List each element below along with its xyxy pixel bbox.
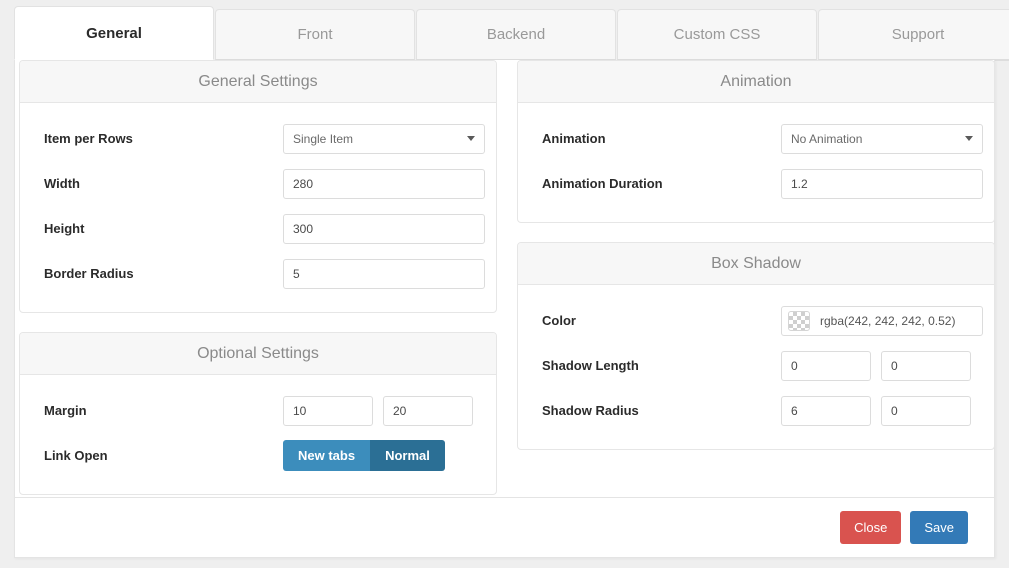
input-shadow-length-1[interactable]: 0	[781, 350, 871, 381]
label-color: Color	[542, 313, 576, 328]
tab-general[interactable]: General	[14, 6, 214, 60]
panel-general-settings-title: General Settings	[20, 61, 496, 103]
tab-custom-css-label: Custom CSS	[673, 26, 761, 43]
label-animation: Animation	[542, 131, 606, 146]
field-row-animation-duration: Animation Duration 1.2	[529, 161, 983, 206]
label-link-open: Link Open	[44, 448, 108, 463]
control-height: 300	[283, 213, 485, 244]
chevron-down-icon	[965, 136, 973, 141]
right-column: Animation Animation No Animation Animati…	[517, 60, 995, 469]
select-item-per-rows-value: Single Item	[293, 131, 354, 146]
field-row-border-radius: Border Radius 5	[31, 251, 485, 296]
control-shadow-radius: 6 0	[781, 395, 983, 426]
label-border-radius: Border Radius	[44, 266, 134, 281]
tab-content-panel: General Settings Item per Rows Single It…	[14, 60, 995, 558]
control-border-radius: 5	[283, 258, 485, 289]
panel-animation-title: Animation	[518, 61, 994, 103]
label-shadow-length: Shadow Length	[542, 358, 639, 373]
input-margin-1[interactable]: 10	[283, 395, 373, 426]
control-margin: 10 20	[283, 395, 485, 426]
tab-support[interactable]: Support	[818, 9, 1009, 60]
field-row-height: Height 300	[31, 206, 485, 251]
control-item-per-rows: Single Item	[283, 123, 485, 154]
control-color: rgba(242, 242, 242, 0.52)	[781, 305, 983, 336]
panel-optional-settings: Optional Settings Margin 10 20 Link Open	[19, 332, 497, 495]
tab-bar: General Front Backend Custom CSS Support	[14, 6, 1009, 61]
control-animation-duration: 1.2	[781, 168, 983, 199]
label-height: Height	[44, 221, 85, 236]
tab-front-label: Front	[297, 26, 333, 43]
tab-support-label: Support	[891, 26, 945, 43]
field-row-shadow-radius: Shadow Radius 6 0	[529, 388, 983, 433]
tab-custom-css[interactable]: Custom CSS	[617, 9, 817, 60]
input-animation-duration[interactable]: 1.2	[781, 168, 983, 199]
input-margin-2[interactable]: 20	[383, 395, 473, 426]
input-width[interactable]: 280	[283, 168, 485, 199]
field-row-shadow-length: Shadow Length 0 0	[529, 343, 983, 388]
tab-backend[interactable]: Backend	[416, 9, 616, 60]
input-shadow-color[interactable]: rgba(242, 242, 242, 0.52)	[781, 305, 983, 336]
label-shadow-radius: Shadow Radius	[542, 403, 639, 418]
dialog-footer: Close Save	[15, 497, 994, 557]
panel-general-settings-body: Item per Rows Single Item Width 280 Heig…	[20, 103, 496, 312]
field-row-width: Width 280	[31, 161, 485, 206]
label-animation-duration: Animation Duration	[542, 176, 663, 191]
save-button[interactable]: Save	[910, 511, 968, 544]
input-border-radius[interactable]: 5	[283, 258, 485, 289]
settings-columns: General Settings Item per Rows Single It…	[15, 60, 995, 498]
color-swatch-icon[interactable]	[788, 310, 810, 331]
panel-box-shadow-body: Color rgba(242, 242, 242, 0.52) Shadow L…	[518, 285, 994, 449]
control-shadow-length: 0 0	[781, 350, 983, 381]
control-animation: No Animation	[781, 123, 983, 154]
select-item-per-rows[interactable]: Single Item	[283, 123, 485, 154]
panel-general-settings: General Settings Item per Rows Single It…	[19, 60, 497, 313]
control-link-open: New tabs Normal	[283, 440, 485, 471]
field-row-link-open: Link Open New tabs Normal	[31, 433, 485, 478]
tab-backend-label: Backend	[486, 26, 546, 43]
panel-animation-body: Animation No Animation Animation Duratio…	[518, 103, 994, 222]
toggle-link-open-new-tabs[interactable]: New tabs	[283, 440, 371, 471]
label-item-per-rows: Item per Rows	[44, 131, 133, 146]
toggle-link-open-normal[interactable]: Normal	[370, 440, 445, 471]
shadow-color-value: rgba(242, 242, 242, 0.52)	[820, 313, 956, 328]
settings-window: General Front Backend Custom CSS Support…	[0, 0, 1009, 568]
panel-box-shadow: Box Shadow Color rgba(242, 242, 242, 0.5…	[517, 242, 995, 450]
field-row-margin: Margin 10 20	[31, 388, 485, 433]
tab-general-label: General	[86, 24, 142, 42]
panel-optional-settings-body: Margin 10 20 Link Open New tabs Normal	[20, 375, 496, 494]
panel-animation: Animation Animation No Animation Animati…	[517, 60, 995, 223]
control-width: 280	[283, 168, 485, 199]
close-button[interactable]: Close	[840, 511, 902, 544]
input-shadow-length-2[interactable]: 0	[881, 350, 971, 381]
field-row-item-per-rows: Item per Rows Single Item	[31, 116, 485, 161]
tab-front[interactable]: Front	[215, 9, 415, 60]
toggle-group-link-open: New tabs Normal	[283, 440, 445, 471]
input-shadow-radius-2[interactable]: 0	[881, 395, 971, 426]
field-row-color: Color rgba(242, 242, 242, 0.52)	[529, 298, 983, 343]
chevron-down-icon	[467, 136, 475, 141]
label-width: Width	[44, 176, 80, 191]
left-column: General Settings Item per Rows Single It…	[19, 60, 497, 514]
input-height[interactable]: 300	[283, 213, 485, 244]
panel-optional-settings-title: Optional Settings	[20, 333, 496, 375]
select-animation[interactable]: No Animation	[781, 123, 983, 154]
select-animation-value: No Animation	[791, 131, 863, 146]
label-margin: Margin	[44, 403, 87, 418]
input-shadow-radius-1[interactable]: 6	[781, 395, 871, 426]
field-row-animation: Animation No Animation	[529, 116, 983, 161]
panel-box-shadow-title: Box Shadow	[518, 243, 994, 285]
